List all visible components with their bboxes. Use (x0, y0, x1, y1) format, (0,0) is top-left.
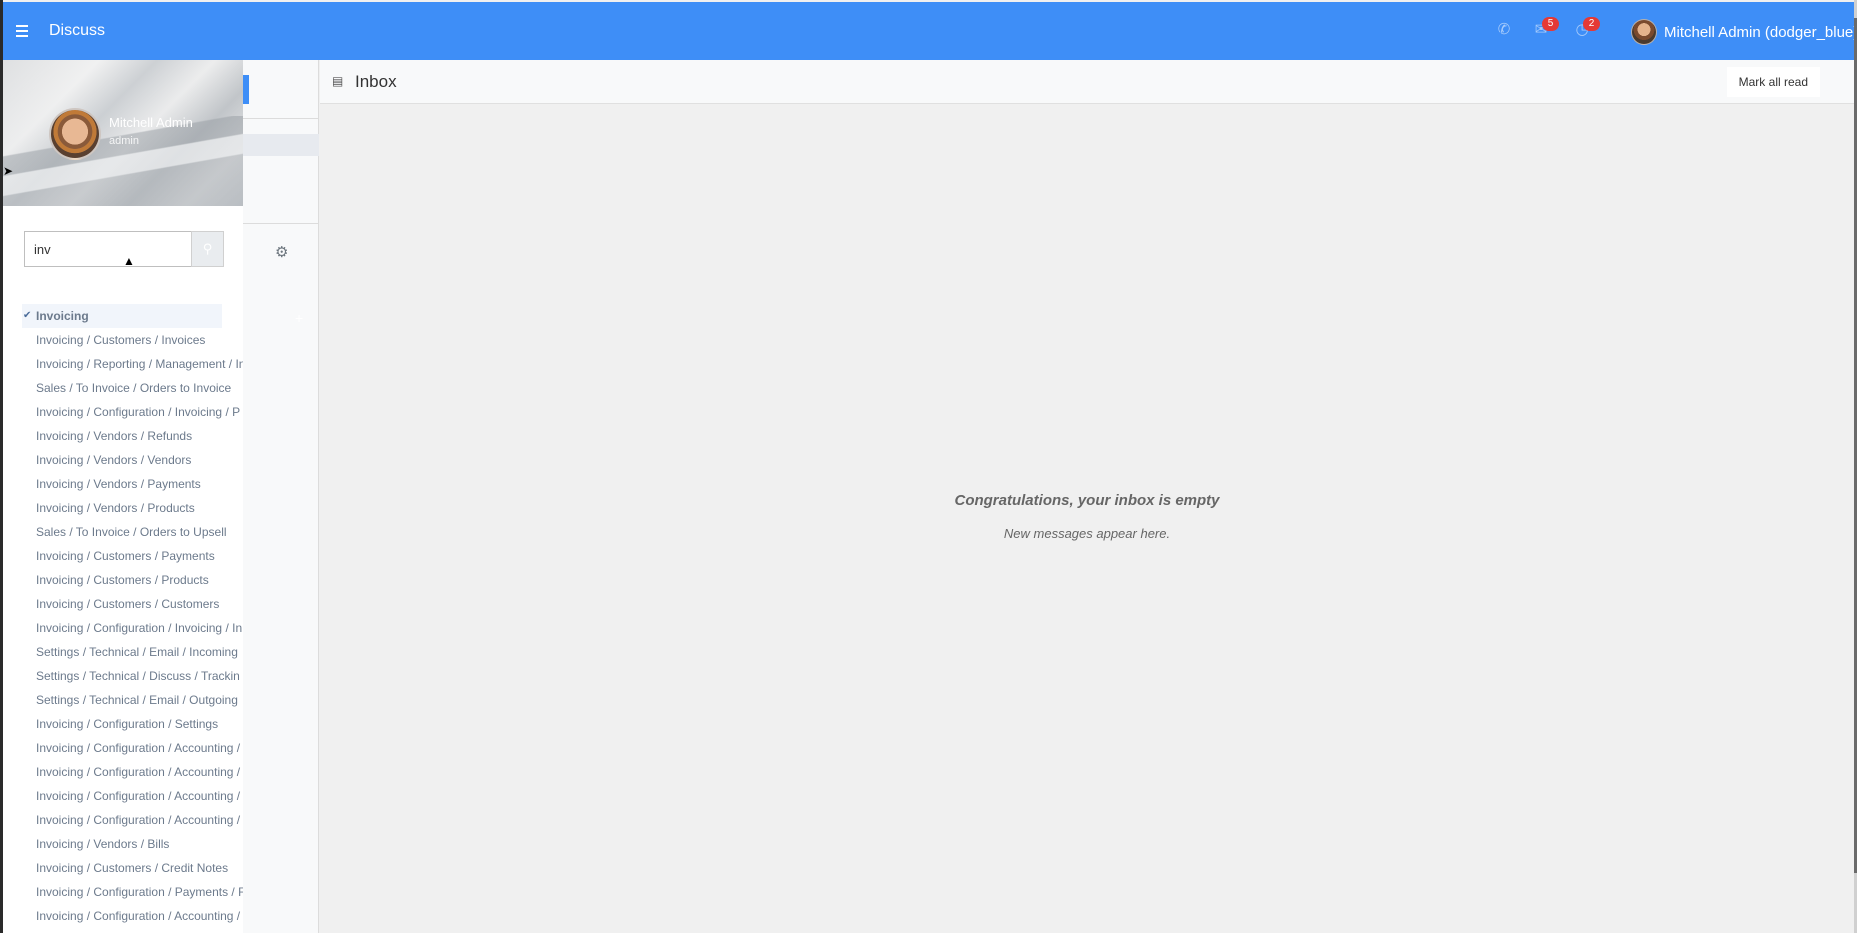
drawer-user-name: Mitchell Admin (109, 115, 193, 130)
app-drawer: Mitchell Admin admin ⚲ ✔ Invoicing Invoici… (3, 60, 243, 933)
check-icon: ✔ (23, 310, 32, 321)
result-label: Invoicing / Vendors / Payments (36, 477, 201, 491)
result-item[interactable]: Invoicing / Configuration / Accounting / (22, 808, 243, 832)
user-menu[interactable]: Mitchell Admin (dodger_blue) (1631, 18, 1857, 46)
cursor-icon: ➤ (3, 164, 14, 178)
result-item[interactable]: Invoicing / Vendors / Payments (22, 472, 243, 496)
result-label: Invoicing / Configuration / Invoicing / … (36, 405, 241, 419)
result-label: Sales / To Invoice / Orders to Upsell (36, 525, 227, 539)
result-item[interactable]: Invoicing / Vendors / Products (22, 496, 243, 520)
result-item[interactable]: Invoicing / Customers / Payments (22, 544, 243, 568)
result-item[interactable]: Invoicing / Configuration / Accounting / (22, 784, 243, 808)
gear-icon[interactable]: ⚙ (275, 243, 288, 261)
result-item[interactable]: Invoicing / Customers / Products (22, 568, 243, 592)
result-label: Invoicing / Configuration / Payments / F (36, 885, 243, 899)
result-label: Invoicing / Customers / Invoices (36, 333, 206, 347)
result-item[interactable]: Invoicing / Configuration / Settings (22, 712, 243, 736)
result-item[interactable]: Invoicing / Reporting / Management / In (22, 352, 243, 376)
result-item[interactable]: Settings / Technical / Email / Outgoing (22, 688, 243, 712)
app-title[interactable]: Discuss (49, 22, 105, 40)
drawer-header: Mitchell Admin admin (3, 60, 243, 206)
search-results: ✔ Invoicing Invoicing / Customers / Invoic… (22, 304, 243, 928)
result-item[interactable]: Invoicing / Configuration / Accounting / (22, 736, 243, 760)
result-item-active[interactable]: ✔ Invoicing (22, 304, 222, 328)
top-navbar: Discuss ✆ ✉ 5 ◷ 2 Mitchell Admin (dodger… (3, 2, 1857, 60)
result-label: Settings / Technical / Email / Incoming (36, 645, 238, 659)
result-item[interactable]: Invoicing / Configuration / Accounting / (22, 760, 243, 784)
result-item[interactable]: Invoicing / Vendors / Refunds (22, 424, 243, 448)
result-label: Invoicing / Vendors / Refunds (36, 429, 193, 443)
messages-badge: 5 (1542, 17, 1559, 31)
divider (243, 118, 319, 119)
result-label: Settings / Technical / Discuss / Trackin (36, 669, 240, 683)
result-label: Invoicing / Vendors / Products (36, 501, 195, 515)
result-label: Settings / Technical / Email / Outgoing (36, 693, 238, 707)
control-panel: ▤ Inbox Mark all read (320, 60, 1854, 104)
result-label: Invoicing / Configuration / Invoicing / … (36, 621, 243, 635)
clock-icon[interactable]: ◷ 2 (1571, 17, 1600, 42)
avatar (49, 108, 101, 160)
result-item[interactable]: Invoicing / Configuration / Invoicing / … (22, 400, 243, 424)
page-title: Inbox (355, 72, 397, 91)
result-item[interactable]: Invoicing / Customers / Invoices (22, 328, 243, 352)
result-label: Invoicing / Configuration / Accounting / (36, 909, 241, 923)
mark-all-read-button[interactable]: Mark all read (1726, 67, 1820, 97)
activity-badge: 2 (1583, 17, 1600, 31)
result-item[interactable]: Sales / To Invoice / Orders to Invoice (22, 376, 243, 400)
avatar (1631, 19, 1657, 45)
result-item[interactable]: Invoicing / Customers / Credit Notes (22, 856, 243, 880)
plus-icon[interactable]: + (295, 310, 303, 326)
result-item[interactable]: Invoicing / Configuration / Payments / F (22, 880, 243, 904)
empty-inbox-subtitle: New messages appear here. (1003, 526, 1171, 541)
result-label: Invoicing / Vendors / Bills (36, 837, 170, 851)
result-label: Invoicing / Customers / Payments (36, 549, 215, 563)
result-item[interactable]: Invoicing / Vendors / Vendors (22, 448, 243, 472)
result-label: Sales / To Invoice / Orders to Invoice (36, 381, 232, 395)
main-content: ▤ Inbox Mark all read Congratulations, y… (320, 60, 1854, 933)
menu-icon[interactable] (13, 19, 33, 43)
result-item[interactable]: Invoicing / Configuration / Accounting / (22, 904, 243, 928)
result-label: Invoicing / Configuration / Accounting / (36, 813, 241, 827)
divider (243, 223, 319, 224)
search-icon[interactable]: ⚲ (191, 231, 224, 267)
result-label: Invoicing / Customers / Customers (36, 597, 220, 611)
result-item[interactable]: Sales / To Invoice / Orders to Upsell (22, 520, 243, 544)
result-label: Invoicing / Configuration / Accounting / (36, 741, 241, 755)
result-label: Invoicing / Customers / Products (36, 573, 209, 587)
cursor-icon: ▲ (123, 254, 135, 268)
user-name: Mitchell Admin (dodger_blue) (1664, 23, 1857, 41)
comments-icon[interactable]: ✉ 5 (1530, 17, 1559, 42)
result-label: Invoicing (36, 309, 89, 323)
result-label: Invoicing / Reporting / Management / In (36, 357, 243, 371)
result-item[interactable]: Invoicing / Configuration / Invoicing / … (22, 616, 243, 640)
result-label: Invoicing / Configuration / Accounting / (36, 765, 241, 779)
inbox-icon: ▤ (332, 74, 344, 88)
empty-inbox-title: Congratulations, your inbox is empty (954, 492, 1220, 509)
sidebar-item-inbox[interactable] (243, 134, 319, 156)
result-label: Invoicing / Configuration / Settings (36, 717, 219, 731)
drawer-user-login: admin (109, 135, 139, 147)
result-item[interactable]: Invoicing / Vendors / Bills (22, 832, 243, 856)
search-input[interactable] (24, 231, 192, 267)
result-label: Invoicing / Configuration / Accounting / (36, 789, 241, 803)
result-label: Invoicing / Vendors / Vendors (36, 453, 192, 467)
result-item[interactable]: Settings / Technical / Discuss / Trackin (22, 664, 243, 688)
result-label: Invoicing / Customers / Credit Notes (36, 861, 229, 875)
result-item[interactable]: Settings / Technical / Email / Incoming (22, 640, 243, 664)
phone-icon[interactable]: ✆ (1493, 20, 1515, 42)
result-item[interactable]: Invoicing / Customers / Customers (22, 592, 243, 616)
